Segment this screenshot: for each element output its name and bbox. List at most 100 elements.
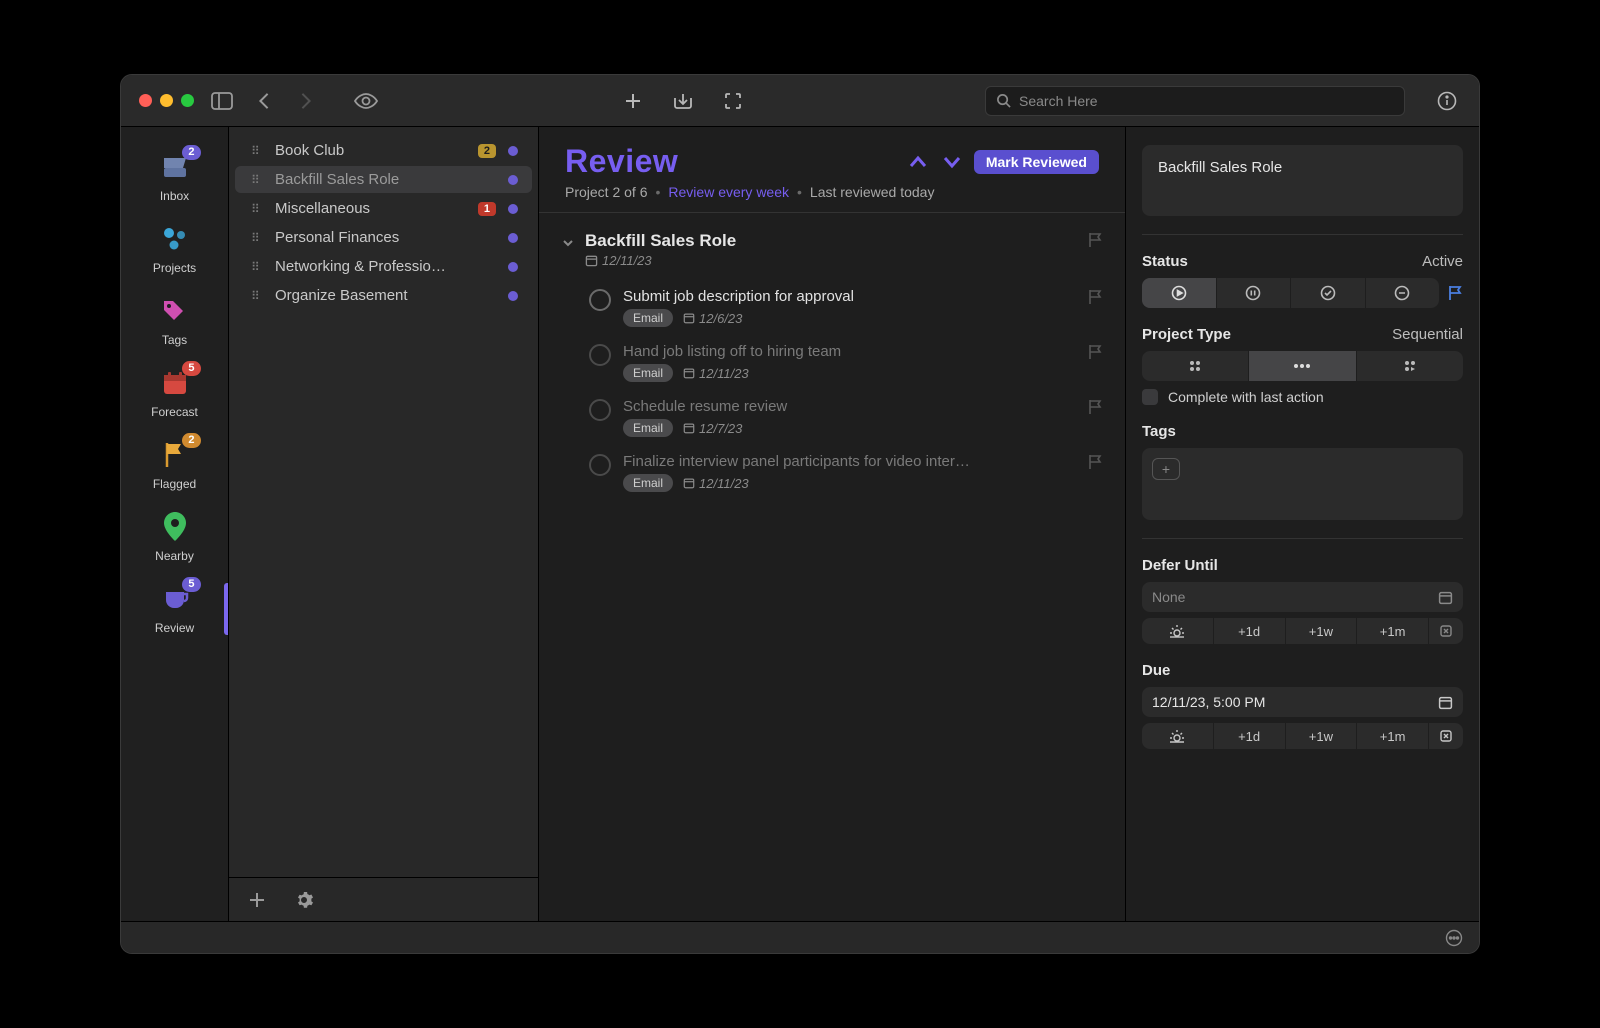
maximize-window[interactable] — [181, 94, 194, 107]
project-item[interactable]: ⠿ Backfill Sales Role — [235, 166, 532, 193]
search-icon — [996, 93, 1011, 108]
flag-icon[interactable] — [1087, 231, 1103, 249]
project-type-segmented[interactable] — [1142, 351, 1463, 381]
view-title: Review — [565, 143, 678, 180]
due-plus1d[interactable]: +1d — [1214, 723, 1286, 749]
perspective-nearby[interactable]: Nearby — [121, 501, 228, 573]
task-row[interactable]: Submit job description for approval Emai… — [561, 280, 1103, 335]
status-segmented[interactable] — [1142, 278, 1439, 308]
quick-entry-icon[interactable] — [669, 87, 697, 115]
new-item-icon[interactable] — [619, 87, 647, 115]
task-tag[interactable]: Email — [623, 309, 673, 327]
prev-project-icon[interactable] — [906, 150, 930, 174]
chevron-down-icon[interactable] — [561, 236, 575, 250]
due-plus1m[interactable]: +1m — [1357, 723, 1429, 749]
task-tag[interactable]: Email — [623, 474, 673, 492]
project-item[interactable]: ⠿ Book Club 2 — [235, 137, 532, 164]
flag-icon[interactable] — [1087, 398, 1103, 416]
flag-icon[interactable] — [1087, 453, 1103, 471]
perspective-inbox[interactable]: 2 Inbox — [121, 141, 228, 213]
status-dot — [508, 291, 518, 301]
focus-icon[interactable] — [719, 87, 747, 115]
defer-date-input[interactable]: None — [1142, 582, 1463, 612]
type-single-icon[interactable] — [1357, 351, 1463, 381]
overdue-count-badge: 1 — [478, 202, 496, 216]
add-project-icon[interactable] — [249, 892, 265, 908]
defer-plus1w[interactable]: +1w — [1286, 618, 1358, 644]
status-dropped-icon[interactable] — [1366, 278, 1440, 308]
app-window: Search Here 2 Inbox Projects Tags 5 Fore… — [120, 74, 1480, 954]
search-placeholder: Search Here — [1019, 93, 1098, 109]
task-row[interactable]: Finalize interview panel participants fo… — [561, 445, 1103, 500]
next-project-icon[interactable] — [940, 150, 964, 174]
task-checkbox[interactable] — [589, 344, 611, 366]
status-hold-icon[interactable] — [1217, 278, 1292, 308]
defer-today-icon[interactable] — [1142, 618, 1214, 644]
drag-handle-icon: ⠿ — [251, 289, 263, 303]
project-type-value: Sequential — [1392, 326, 1463, 343]
type-parallel-icon[interactable] — [1142, 351, 1249, 381]
project-item[interactable]: ⠿ Networking & Professio… — [235, 253, 532, 280]
drag-handle-icon: ⠿ — [251, 260, 263, 274]
task-checkbox[interactable] — [589, 399, 611, 421]
checkbox-icon[interactable] — [1142, 389, 1158, 405]
project-item[interactable]: ⠿ Miscellaneous 1 — [235, 195, 532, 222]
perspective-projects[interactable]: Projects — [121, 213, 228, 285]
info-icon[interactable] — [1433, 87, 1461, 115]
project-item[interactable]: ⠿ Personal Finances — [235, 224, 532, 251]
due-today-icon[interactable] — [1142, 723, 1214, 749]
task-tag[interactable]: Email — [623, 364, 673, 382]
status-value: Active — [1422, 253, 1463, 270]
defer-plus1m[interactable]: +1m — [1357, 618, 1429, 644]
perspective-review[interactable]: 5 Review — [121, 573, 228, 645]
inspector-title[interactable]: Backfill Sales Role — [1142, 145, 1463, 216]
review-interval-link[interactable]: Review every week — [668, 184, 789, 200]
task-checkbox[interactable] — [589, 289, 611, 311]
project-header-row[interactable]: Backfill Sales Role 12/11/23 — [561, 227, 1103, 280]
minimize-window[interactable] — [160, 94, 173, 107]
task-row[interactable]: Hand job listing off to hiring team Emai… — [561, 335, 1103, 390]
back-icon[interactable] — [250, 87, 278, 115]
flag-icon[interactable] — [1087, 343, 1103, 361]
calendar-icon[interactable] — [1438, 695, 1453, 710]
toggle-sidebar-icon[interactable] — [208, 87, 236, 115]
status-dot — [508, 146, 518, 156]
eye-icon[interactable] — [352, 87, 380, 115]
add-tag-icon[interactable]: + — [1152, 458, 1180, 480]
flag-toggle-icon[interactable] — [1447, 284, 1463, 302]
project-item[interactable]: ⠿ Organize Basement — [235, 282, 532, 309]
defer-clear-icon[interactable] — [1429, 618, 1463, 644]
task-row[interactable]: Schedule resume review Email 12/7/23 — [561, 390, 1103, 445]
status-done-icon[interactable] — [1291, 278, 1366, 308]
search-input[interactable]: Search Here — [985, 86, 1405, 116]
close-window[interactable] — [139, 94, 152, 107]
settings-icon[interactable] — [295, 891, 313, 909]
project-list-footer — [229, 877, 538, 921]
perspective-tags[interactable]: Tags — [121, 285, 228, 357]
task-tag[interactable]: Email — [623, 419, 673, 437]
complete-with-last-checkbox[interactable]: Complete with last action — [1142, 389, 1463, 405]
status-active-icon[interactable] — [1142, 278, 1217, 308]
type-sequential-icon[interactable] — [1249, 351, 1356, 381]
last-reviewed: Last reviewed today — [810, 184, 935, 200]
defer-label: Defer Until — [1142, 557, 1463, 574]
main-header: Review Mark Reviewed Project 2 of 6 • Re… — [539, 127, 1125, 213]
titlebar: Search Here — [121, 75, 1479, 127]
status-dot — [508, 175, 518, 185]
defer-plus1d[interactable]: +1d — [1214, 618, 1286, 644]
due-plus1w[interactable]: +1w — [1286, 723, 1358, 749]
drag-handle-icon: ⠿ — [251, 231, 263, 245]
perspective-flagged[interactable]: 2 Flagged — [121, 429, 228, 501]
due-clear-icon[interactable] — [1429, 723, 1463, 749]
due-date-input[interactable]: 12/11/23, 5:00 PM — [1142, 687, 1463, 717]
tags-field[interactable]: + — [1142, 448, 1463, 520]
mark-reviewed-button[interactable]: Mark Reviewed — [974, 150, 1099, 174]
flag-icon[interactable] — [1087, 288, 1103, 306]
bottom-bar — [121, 921, 1479, 953]
project-list: ⠿ Book Club 2 ⠿ Backfill Sales Role ⠿ Mi… — [229, 127, 539, 921]
perspective-forecast[interactable]: 5 Forecast — [121, 357, 228, 429]
calendar-icon[interactable] — [1438, 590, 1453, 605]
more-icon[interactable] — [1445, 929, 1463, 947]
task-checkbox[interactable] — [589, 454, 611, 476]
calendar-icon — [683, 312, 695, 324]
